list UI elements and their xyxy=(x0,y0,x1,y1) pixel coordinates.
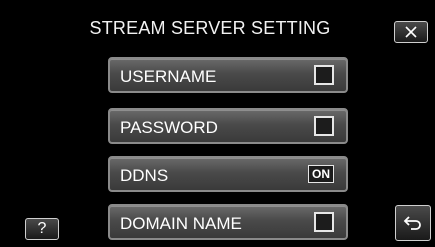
username-checkbox[interactable] xyxy=(314,65,334,85)
menu-item-label: DOMAIN NAME xyxy=(120,214,242,233)
domain-name-checkbox[interactable] xyxy=(314,212,334,232)
menu-item-password[interactable]: PASSWORD xyxy=(108,108,348,144)
help-button[interactable]: ? xyxy=(25,218,59,240)
close-icon xyxy=(405,26,417,38)
back-arrow-icon xyxy=(403,216,421,230)
menu-item-username[interactable]: USERNAME xyxy=(108,57,348,93)
menu-item-ddns[interactable]: DDNS ON xyxy=(108,156,348,192)
password-checkbox[interactable] xyxy=(314,116,334,136)
menu-item-label: USERNAME xyxy=(120,67,217,86)
ddns-status-badge: ON xyxy=(308,165,334,183)
close-button[interactable] xyxy=(394,21,428,43)
menu-item-label: PASSWORD xyxy=(120,118,218,137)
back-button[interactable] xyxy=(395,205,431,241)
page-title: STREAM SERVER SETTING xyxy=(89,18,331,38)
menu-item-label: DDNS xyxy=(120,166,169,185)
menu-item-domain-name[interactable]: DOMAIN NAME xyxy=(108,204,348,240)
